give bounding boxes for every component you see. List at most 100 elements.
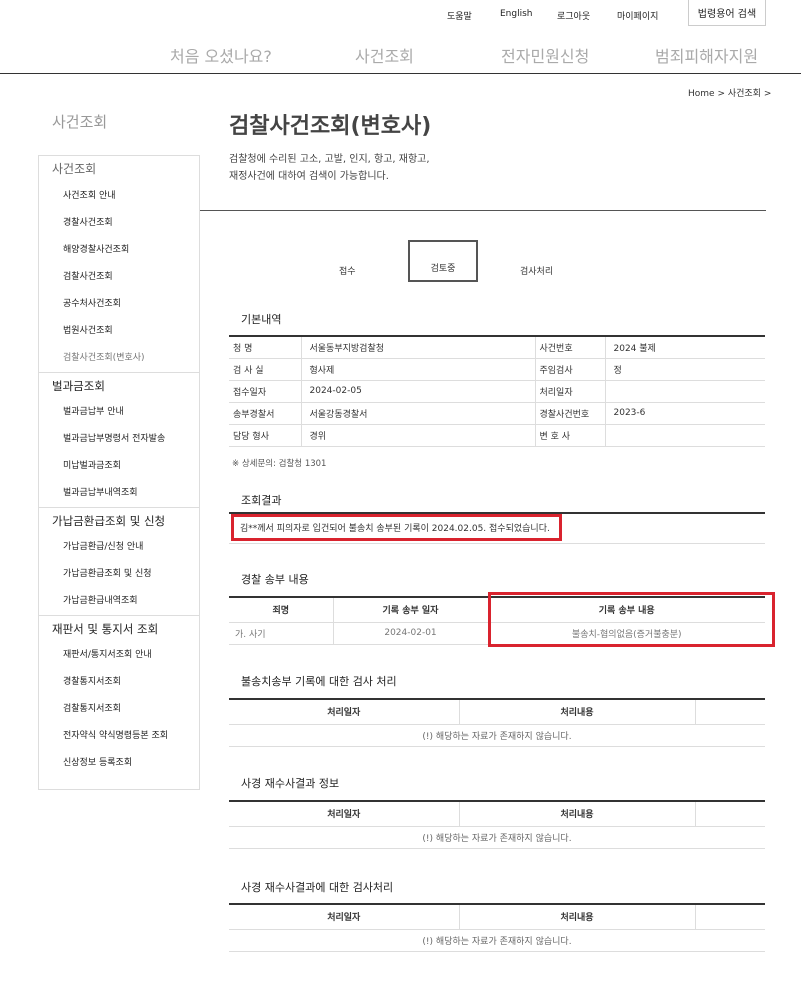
step-received: 접수 bbox=[339, 267, 356, 277]
gnb-item-first-visit[interactable]: 처음 오셨나요? bbox=[170, 43, 272, 67]
value-cell: 2024-02-05 bbox=[301, 380, 536, 403]
basic-info-title: 기본내역 bbox=[241, 313, 282, 326]
lnb-item[interactable]: 가납금환급조회 및 신청 bbox=[39, 561, 199, 588]
utility-bar: 도움말 English 로그아웃 마이페이지 법령용어 검색 bbox=[0, 0, 801, 34]
gnb-item-e-petition[interactable]: 전자민원신청 bbox=[501, 43, 589, 67]
step-reviewing-current: 검토중 bbox=[408, 240, 478, 282]
gnb-item-case-search[interactable]: 사건조회 bbox=[355, 43, 414, 67]
value-cell: 서울강동경찰서 bbox=[301, 402, 536, 425]
table-header-row: 처리일자 처리내용 bbox=[229, 801, 765, 827]
divider bbox=[200, 210, 766, 211]
table-header-row: 처리일자 처리내용 bbox=[229, 699, 765, 725]
reinvestigation-table: 처리일자 처리내용 (!) 해당하는 자료가 존재하지 않습니다. bbox=[229, 800, 765, 849]
lnb-title: 사건조회 bbox=[52, 113, 108, 131]
value-cell: 정 bbox=[605, 358, 765, 381]
value-cell: 2023-6 bbox=[605, 402, 765, 425]
logout-link[interactable]: 로그아웃 bbox=[557, 9, 590, 22]
label-cell: 사건번호 bbox=[535, 336, 606, 359]
lnb-item[interactable]: 미납벌과금조회 bbox=[39, 453, 199, 480]
value-cell: 서울동부지방검찰청 bbox=[301, 336, 536, 359]
reinvestigation-handling-table: 처리일자 처리내용 (!) 해당하는 자료가 존재하지 않습니다. bbox=[229, 903, 765, 952]
lnb-item[interactable]: 사건조회 안내 bbox=[39, 183, 199, 210]
breadcrumb[interactable]: Home > 사건조회 > bbox=[688, 86, 771, 99]
lnb-item[interactable]: 신상정보 등록조회 bbox=[39, 750, 199, 777]
table-row: 담당 형사 경위 변 호 사 bbox=[229, 424, 765, 447]
lnb-item[interactable]: 가납금환급/신청 안내 bbox=[39, 534, 199, 561]
prosecutor-handling-table: 처리일자 처리내용 (!) 해당하는 자료가 존재하지 않습니다. bbox=[229, 698, 765, 747]
crime-name-cell: 가. 사기 bbox=[229, 622, 334, 645]
value-cell: 형사제 bbox=[301, 358, 536, 381]
empty-message: (!) 해당하는 자료가 존재하지 않습니다. bbox=[229, 724, 765, 747]
lnb-item[interactable]: 경찰사건조회 bbox=[39, 210, 199, 237]
lnb-item[interactable]: 벌과금납부내역조회 bbox=[39, 480, 199, 507]
empty-message: (!) 해당하는 자료가 존재하지 않습니다. bbox=[229, 929, 765, 952]
label-cell: 접수일자 bbox=[229, 380, 302, 403]
label-cell: 처리일자 bbox=[535, 380, 606, 403]
page-title: 검찰사건조회(변호사) bbox=[229, 114, 432, 139]
label-cell: 변 호 사 bbox=[535, 424, 606, 447]
help-link[interactable]: 도움말 bbox=[447, 9, 472, 22]
progress-steps: 접수 검토중 검사처리 bbox=[300, 240, 600, 282]
lnb-item[interactable]: 공수처사건조회 bbox=[39, 291, 199, 318]
section-reinvestigation-handling-title: 사경 재수사결과에 대한 검사처리 bbox=[241, 881, 394, 894]
result-title: 조회결과 bbox=[241, 494, 282, 507]
value-cell bbox=[605, 424, 765, 447]
column-header: 처리일자 bbox=[229, 801, 460, 827]
english-link[interactable]: English bbox=[500, 9, 533, 19]
lnb-bottom-spacer bbox=[39, 777, 199, 789]
column-header: 처리일자 bbox=[229, 904, 460, 930]
lnb-item[interactable]: 해양경찰사건조회 bbox=[39, 237, 199, 264]
table-row: 접수일자 2024-02-05 처리일자 bbox=[229, 380, 765, 403]
basic-info-table: 청 명 서울동부지방검찰청 사건번호 2024 불제 검 사 실 형사제 주임검… bbox=[229, 335, 765, 447]
label-cell: 송부경찰서 bbox=[229, 402, 302, 425]
lnb-group-documents[interactable]: 재판서 및 통지서 조회 bbox=[39, 615, 199, 642]
label-cell: 주임검사 bbox=[535, 358, 606, 381]
lnb-group-refund[interactable]: 가납금환급조회 및 신청 bbox=[39, 507, 199, 534]
lnb-item[interactable]: 검찰통지서조회 bbox=[39, 696, 199, 723]
lnb-group-case[interactable]: 사건조회 bbox=[39, 156, 199, 183]
side-nav: 사건조회 사건조회 안내 경찰사건조회 해양경찰사건조회 검찰사건조회 공수처사… bbox=[38, 155, 200, 790]
police-transfer-title: 경찰 송부 내용 bbox=[241, 573, 309, 586]
label-cell: 경찰사건번호 bbox=[535, 402, 606, 425]
table-row: 송부경찰서 서울강동경찰서 경찰사건번호 2023-6 bbox=[229, 402, 765, 425]
lnb-item[interactable]: 재판서/통지서조회 안내 bbox=[39, 642, 199, 669]
lnb-item[interactable]: 가납금환급내역조회 bbox=[39, 588, 199, 615]
mypage-link[interactable]: 마이페이지 bbox=[617, 9, 658, 22]
column-header-truncated bbox=[695, 801, 765, 827]
column-header-truncated bbox=[695, 904, 765, 930]
lnb-group-fines[interactable]: 벌과금조회 bbox=[39, 372, 199, 399]
table-header-row: 처리일자 처리내용 bbox=[229, 904, 765, 930]
description-line: 재정사건에 대하여 검색이 가능합니다. bbox=[229, 171, 389, 182]
empty-message: (!) 해당하는 자료가 존재하지 않습니다. bbox=[229, 826, 765, 849]
column-header-truncated bbox=[695, 699, 765, 725]
table-row: 청 명 서울동부지방검찰청 사건번호 2024 불제 bbox=[229, 336, 765, 359]
column-header: 죄명 bbox=[229, 597, 334, 623]
lnb-item[interactable]: 벌과금납부 안내 bbox=[39, 399, 199, 426]
description-line: 검찰청에 수리된 고소, 고발, 인지, 항고, 재항고, bbox=[229, 154, 430, 165]
table-row: (!) 해당하는 자료가 존재하지 않습니다. bbox=[229, 929, 765, 952]
lnb-item[interactable]: 전자약식 약식명령등본 조회 bbox=[39, 723, 199, 750]
lnb-item[interactable]: 벌과금납부명령서 전자발송 bbox=[39, 426, 199, 453]
label-cell: 청 명 bbox=[229, 336, 302, 359]
lnb-item[interactable]: 검찰사건조회 bbox=[39, 264, 199, 291]
label-cell: 검 사 실 bbox=[229, 358, 302, 381]
column-header: 처리내용 bbox=[459, 699, 696, 725]
column-header: 기록 송부 일자 bbox=[333, 597, 489, 623]
step-prosecutor-handled: 검사처리 bbox=[520, 267, 554, 277]
lnb-item[interactable]: 경찰통지서조회 bbox=[39, 669, 199, 696]
lnb-item[interactable]: 법원사건조회 bbox=[39, 318, 199, 345]
table-row: (!) 해당하는 자료가 존재하지 않습니다. bbox=[229, 826, 765, 849]
contact-note: ※ 상세문의: 검찰청 1301 bbox=[232, 459, 327, 469]
value-cell: 2024 불제 bbox=[605, 336, 765, 359]
column-header: 처리내용 bbox=[459, 801, 696, 827]
value-cell: 경위 bbox=[301, 424, 536, 447]
gnb-item-victim-support[interactable]: 범죄피해자지원 bbox=[655, 43, 758, 67]
section-reinvestigation-title: 사경 재수사결과 정보 bbox=[241, 777, 340, 790]
column-header: 처리일자 bbox=[229, 699, 460, 725]
label-cell: 담당 형사 bbox=[229, 424, 302, 447]
table-row: 검 사 실 형사제 주임검사 정 bbox=[229, 358, 765, 381]
lnb-item-active[interactable]: 검찰사건조회(변호사) bbox=[39, 345, 199, 372]
column-header: 처리내용 bbox=[459, 904, 696, 930]
transfer-date-cell: 2024-02-01 bbox=[333, 622, 489, 645]
law-term-search-button[interactable]: 법령용어 검색 bbox=[688, 0, 766, 26]
